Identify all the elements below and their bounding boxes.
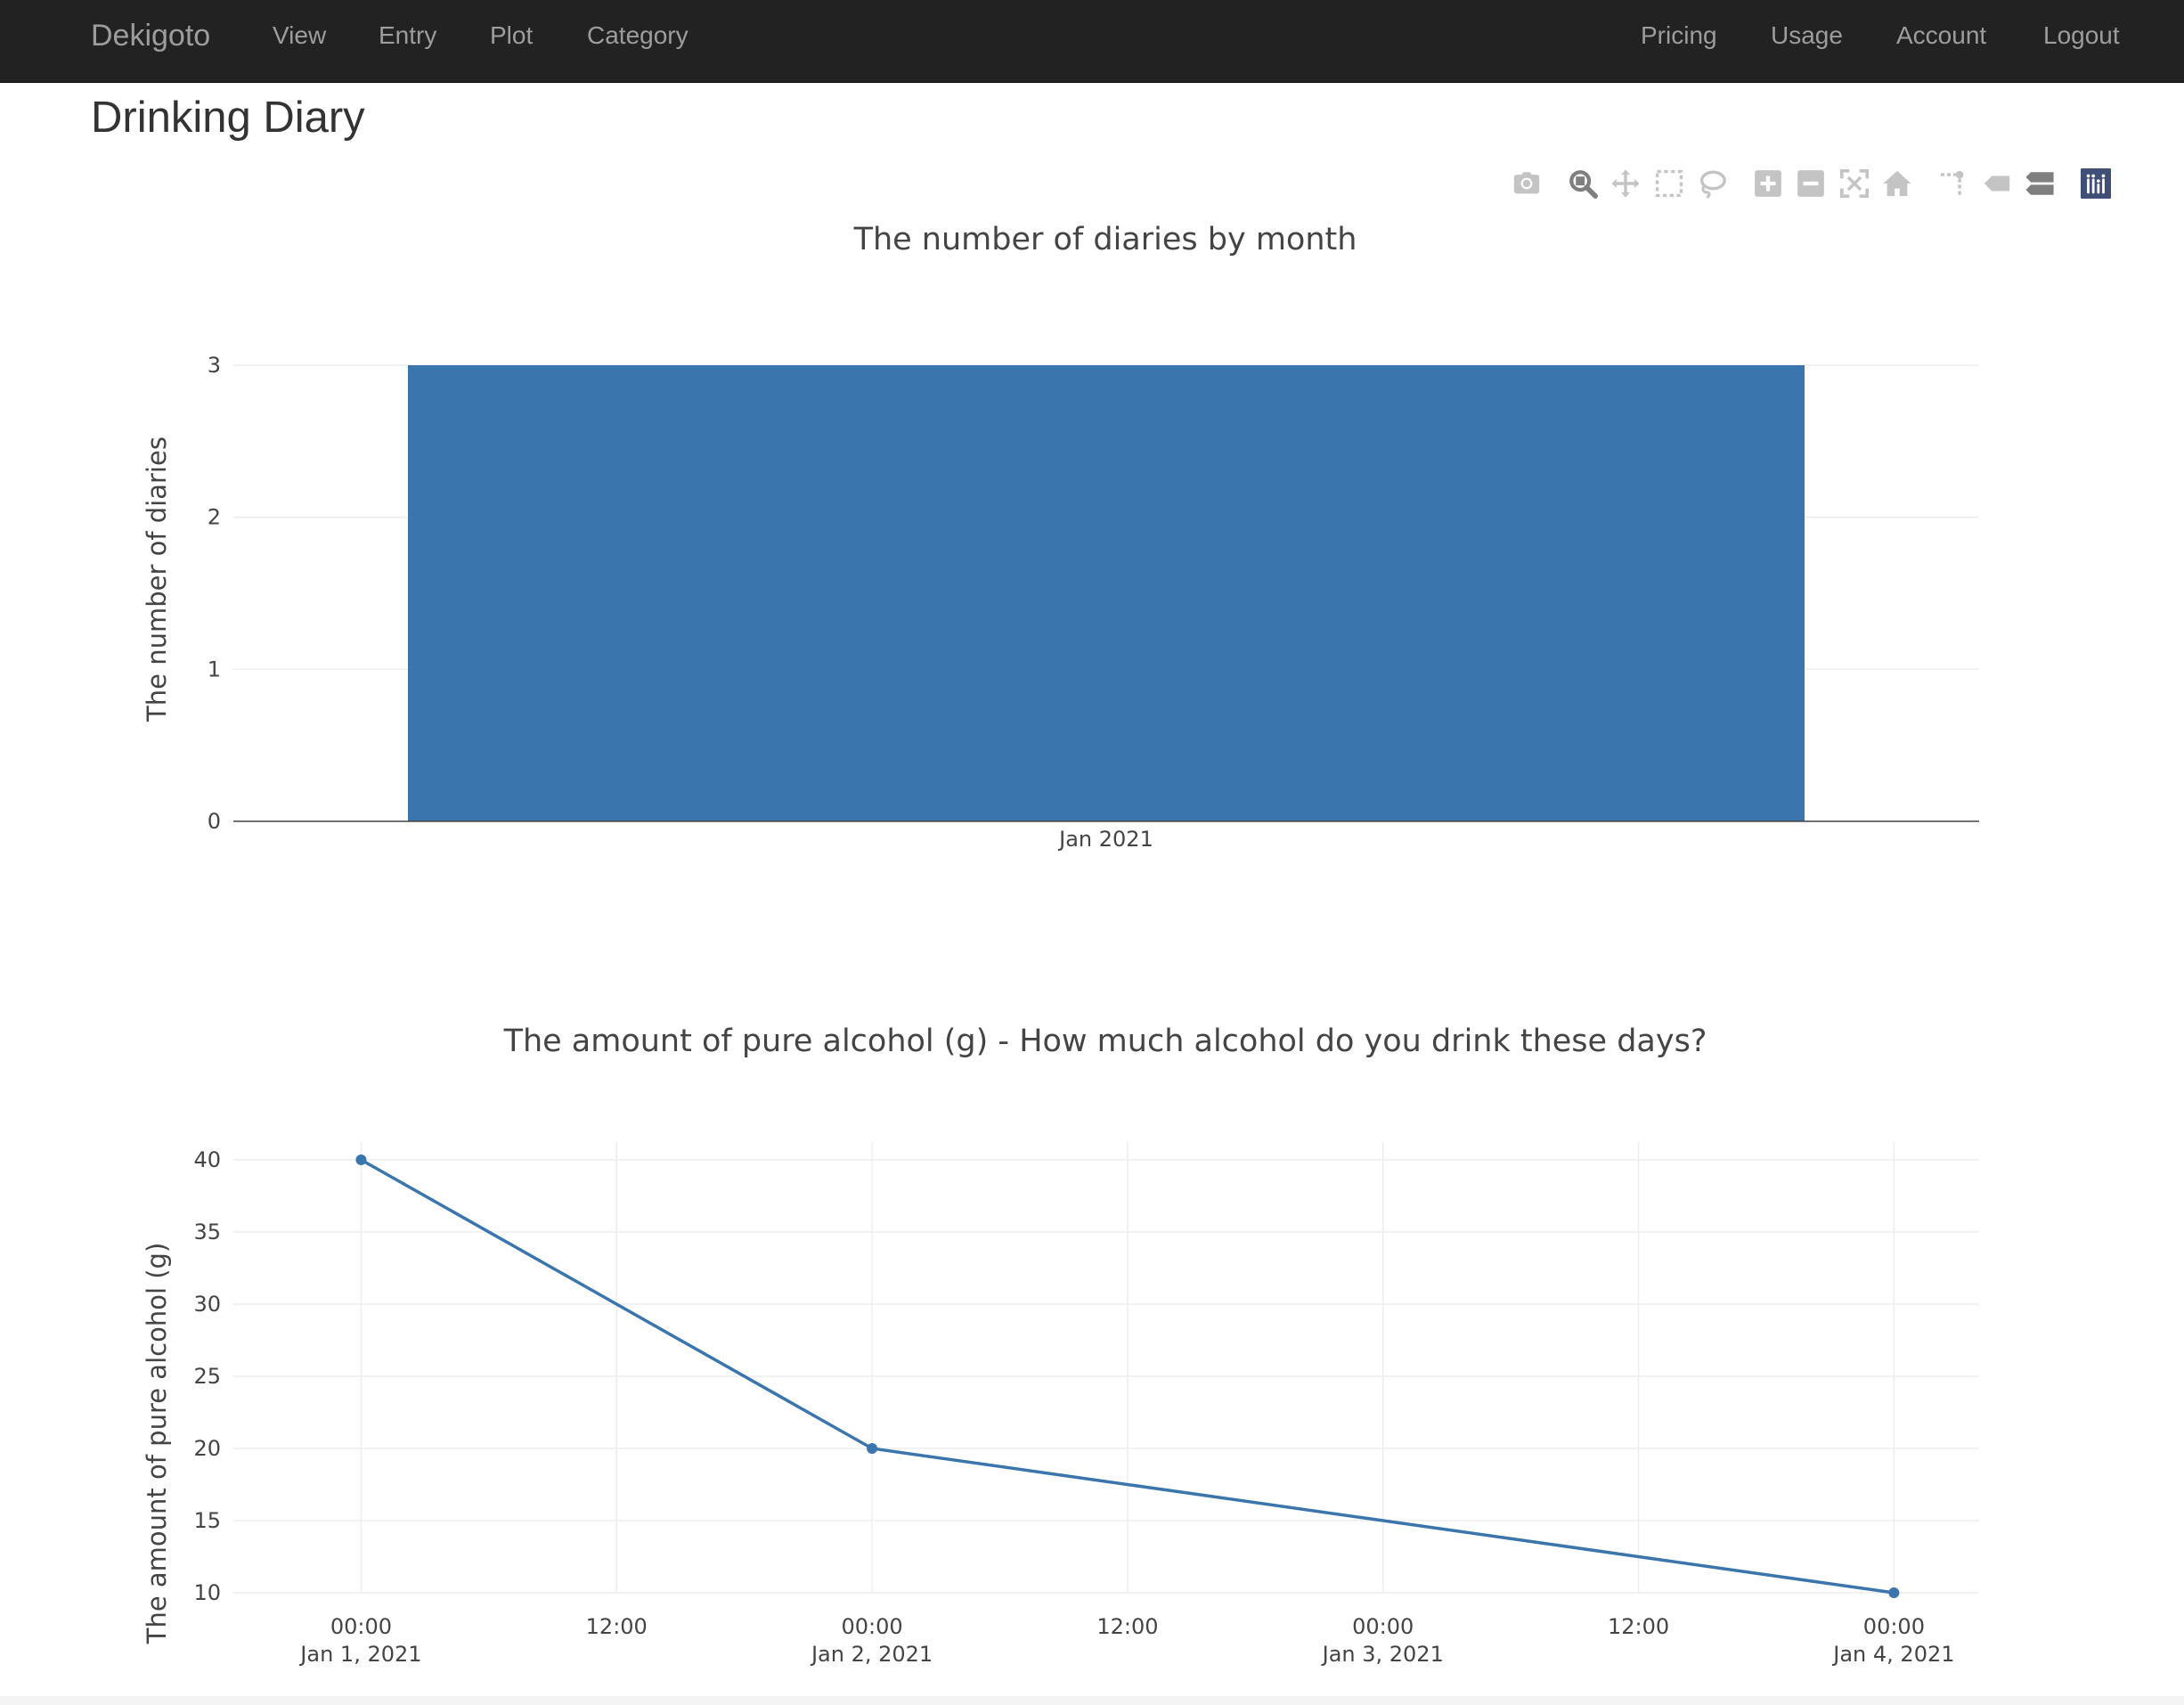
nav-item-pricing[interactable]: Pricing	[1641, 0, 1717, 71]
bar	[408, 365, 1805, 821]
spike-lines-button[interactable]	[1935, 166, 1971, 201]
data-point	[1888, 1587, 1900, 1598]
chart-title: The number of diaries by month	[853, 222, 1357, 257]
x-tick-date: Jan 3, 2021	[1321, 1642, 1444, 1667]
brand-link[interactable]: Dekigoto	[91, 0, 210, 71]
zoom-out-icon	[1797, 170, 1824, 197]
x-tick-time: 00:00	[330, 1614, 392, 1639]
zoom-out-button[interactable]	[1793, 166, 1829, 201]
plotly-logo-button[interactable]	[2078, 166, 2114, 201]
nav-item-plot[interactable]: Plot	[490, 0, 533, 71]
pan-button[interactable]	[1608, 166, 1643, 201]
nav-item-view[interactable]: View	[273, 0, 326, 71]
lasso-icon	[1699, 170, 1726, 199]
nav-item-entry[interactable]: Entry	[379, 0, 436, 71]
pan-icon	[1611, 169, 1640, 198]
y-axis-title: The amount of pure alcohol (g)	[142, 1243, 172, 1645]
y-tick-label: 3	[208, 353, 221, 378]
pure-alcohol-chart: The amount of pure alcohol (g) - How muc…	[142, 1024, 1979, 1667]
box-select-icon	[1655, 169, 1683, 198]
data-point	[867, 1443, 878, 1454]
y-tick-label: 30	[193, 1292, 221, 1317]
box-select-button[interactable]	[1651, 166, 1687, 201]
x-tick-time: 00:00	[1352, 1614, 1414, 1639]
y-tick-label: 40	[193, 1147, 221, 1172]
autoscale-button[interactable]	[1837, 166, 1872, 201]
x-tick-time: 12:00	[586, 1614, 648, 1639]
reset-axes-icon	[1883, 170, 1911, 197]
camera-button[interactable]	[1509, 166, 1544, 201]
hover-compare-icon	[2025, 172, 2054, 195]
reset-axes-button[interactable]	[1879, 166, 1915, 201]
y-axis-title: The number of diaries	[142, 436, 172, 722]
nav-item-category[interactable]: Category	[587, 0, 689, 71]
x-tick-labels: Jan 2021	[1057, 827, 1153, 852]
x-tick-date: Jan 1, 2021	[298, 1642, 421, 1667]
y-tick-labels: 0 1 2 3	[208, 353, 221, 834]
hover-compare-button[interactable]	[2022, 166, 2058, 201]
page-title: Drinking Diary	[91, 94, 365, 142]
lasso-button[interactable]	[1694, 166, 1730, 201]
spike-lines-icon	[1940, 170, 1964, 197]
top-navbar: Dekigoto View Entry Plot Category Pricin…	[0, 0, 2184, 83]
camera-icon	[1513, 172, 1540, 194]
y-tick-label: 15	[193, 1508, 221, 1533]
y-tick-labels: 10 15 20 25 30 35 40	[193, 1147, 221, 1605]
autoscale-icon	[1839, 168, 1870, 199]
x-tick-time: 12:00	[1096, 1614, 1158, 1639]
nav-item-usage[interactable]: Usage	[1771, 0, 1843, 71]
y-tick-label: 0	[208, 809, 221, 834]
y-tick-label: 1	[208, 657, 221, 681]
hover-closest-icon	[1984, 175, 2010, 192]
plotly-logo-icon	[2081, 168, 2111, 199]
y-tick-label: 2	[208, 505, 221, 530]
data-point	[355, 1154, 367, 1165]
hover-closest-button[interactable]	[1979, 166, 2015, 201]
page-footer-edge	[0, 1696, 2184, 1705]
chart-title: The amount of pure alcohol (g) - How muc…	[503, 1024, 1707, 1059]
y-tick-label: 10	[193, 1580, 221, 1605]
zoom-button[interactable]	[1565, 166, 1601, 201]
y-tick-label: 25	[193, 1364, 221, 1389]
x-tick-labels: 00:00 Jan 1, 2021 12:00 00:00 Jan 2, 2021 12:…	[298, 1614, 1954, 1667]
zoom-in-icon	[1755, 170, 1781, 197]
x-tick-time: 00:00	[841, 1614, 902, 1639]
nav-item-logout[interactable]: Logout	[2043, 0, 2120, 71]
x-tick-date: Jan 4, 2021	[1831, 1642, 1954, 1667]
zoom-in-button[interactable]	[1750, 166, 1786, 201]
x-tick-time: 00:00	[1863, 1614, 1925, 1639]
x-tick-label: Jan 2021	[1057, 827, 1153, 852]
nav-item-account[interactable]: Account	[1896, 0, 1986, 71]
y-tick-label: 20	[193, 1436, 221, 1461]
x-tick-time: 12:00	[1608, 1614, 1669, 1639]
y-tick-label: 35	[193, 1220, 221, 1244]
diaries-by-month-chart: The number of diaries by month 0 1 2 3 Jan …	[142, 222, 1979, 852]
x-tick-date: Jan 2, 2021	[810, 1642, 933, 1667]
bars	[408, 365, 1805, 821]
zoom-icon	[1569, 170, 1598, 199]
gridlines	[233, 1142, 1979, 1594]
